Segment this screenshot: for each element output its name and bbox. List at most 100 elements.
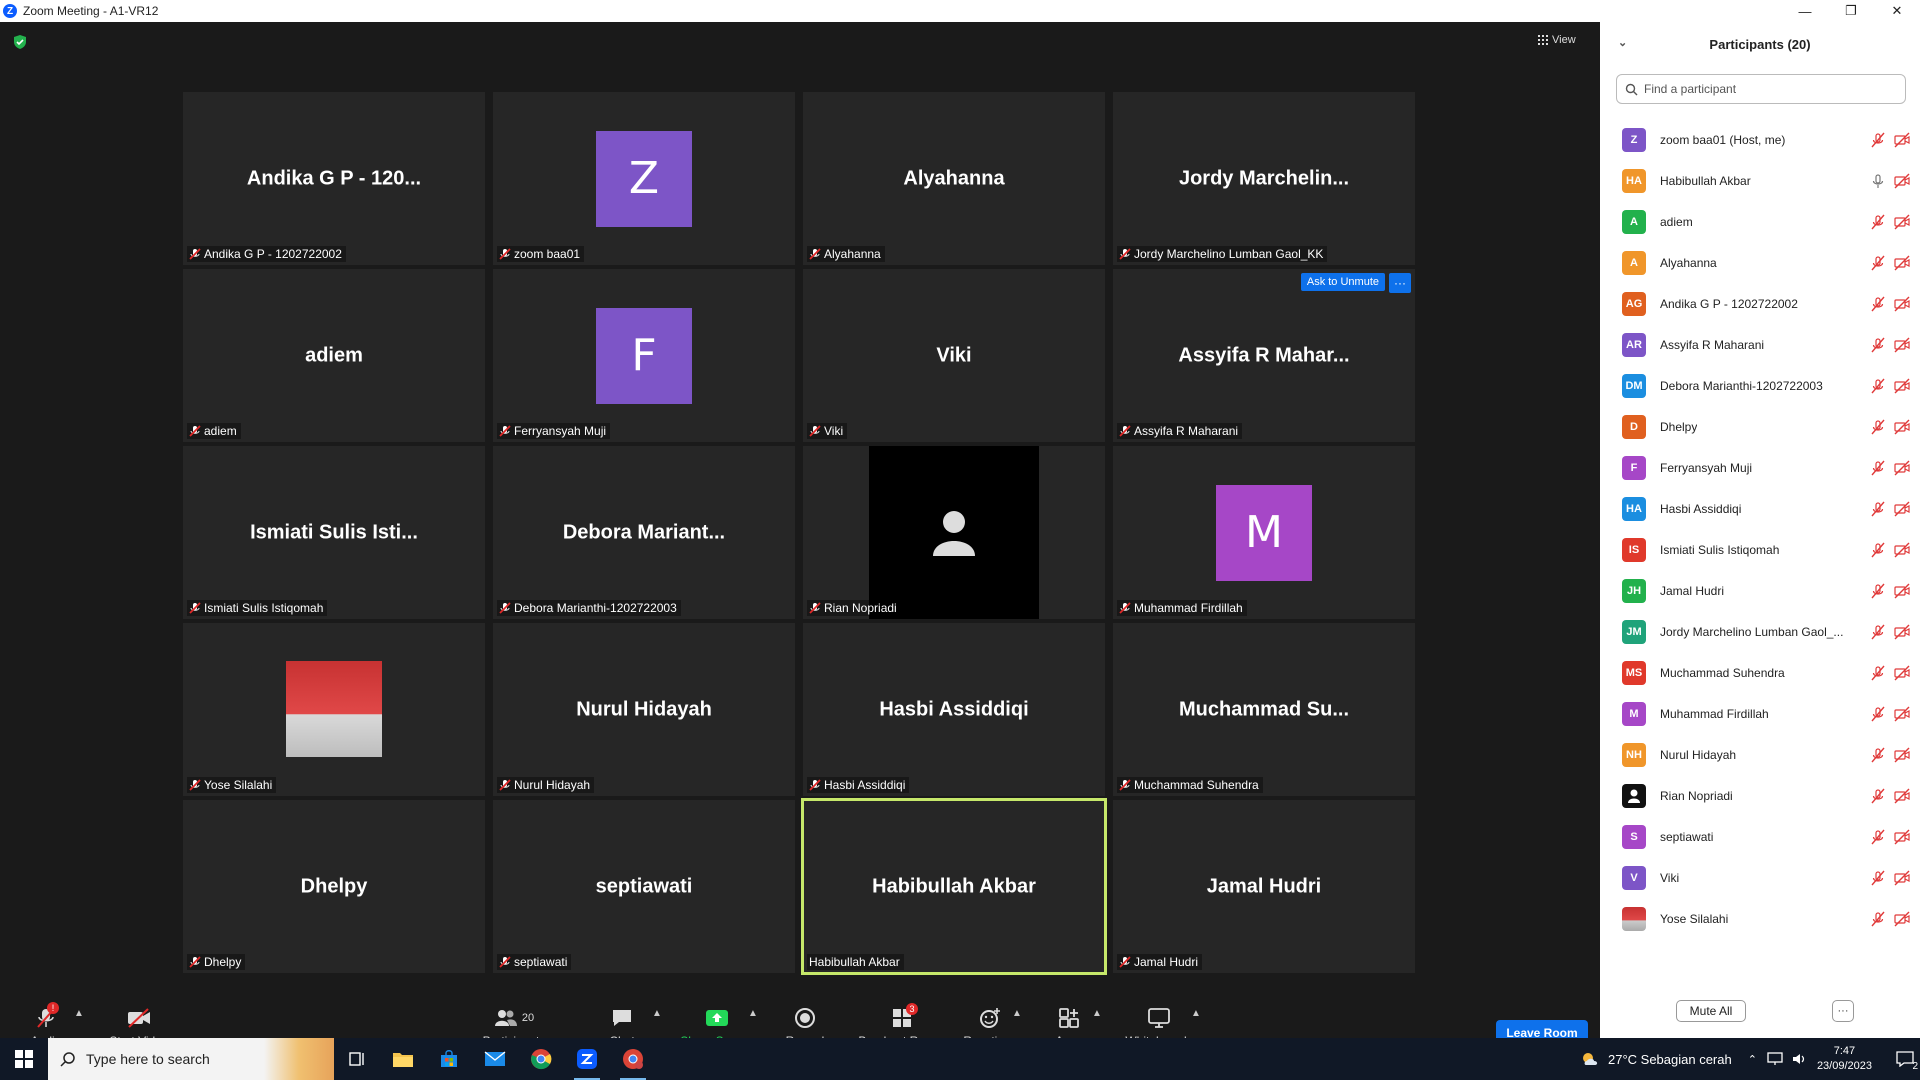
muted-mic-icon (809, 425, 821, 437)
participant-search[interactable] (1616, 74, 1906, 104)
video-tile[interactable]: Habibullah Akbar Habibullah Akbar (801, 798, 1107, 975)
participant-avatar: JM (1622, 619, 1646, 644)
participant-row[interactable]: MS Muchammad Suhendra (1600, 652, 1920, 693)
muted-mic-icon (499, 425, 511, 437)
apps-options-caret-icon[interactable]: ▲ (1092, 1008, 1102, 1019)
mute-all-button[interactable]: Mute All (1676, 1000, 1746, 1022)
volume-icon[interactable] (1791, 1052, 1807, 1066)
participant-row[interactable]: Aadiem (1600, 201, 1920, 242)
participant-avatar: JH (1622, 578, 1646, 603)
video-off-icon (1894, 419, 1910, 435)
view-button[interactable]: View (1538, 34, 1576, 46)
tile-avatar: F (596, 307, 692, 404)
participant-row[interactable]: HA Hasbi Assiddiqi (1600, 488, 1920, 529)
participant-row[interactable]: HA Habibullah Akbar (1600, 160, 1920, 201)
participant-row[interactable]: NH Nurul Hidayah (1600, 734, 1920, 775)
video-tile[interactable]: Andika G P - 120... Andika G P - 12027220… (183, 92, 485, 265)
video-tile[interactable]: Jordy Marchelin... Jordy Marchelino Lumba… (1113, 92, 1415, 265)
video-off-icon (1894, 296, 1910, 312)
participant-row[interactable]: Rian Nopriadi (1600, 775, 1920, 816)
chrome-profile-button[interactable] (610, 1038, 656, 1080)
close-button[interactable]: ✕ (1874, 0, 1920, 22)
video-tile[interactable]: adiem adiem (183, 269, 485, 442)
participant-row[interactable]: AR Assyifa R Maharani (1600, 324, 1920, 365)
video-tile[interactable]: Rian Nopriadi (803, 446, 1105, 619)
network-icon[interactable] (1767, 1052, 1783, 1066)
participant-row[interactable]: AG Andika G P - 1202722002 (1600, 283, 1920, 324)
view-label: View (1552, 34, 1576, 46)
show-hidden-icons-icon[interactable]: ⌃ (1748, 1053, 1757, 1066)
video-tile[interactable]: septiawati septiawati (493, 800, 795, 973)
video-tile[interactable]: Assyifa R Mahar... Ask to Unmute ··· Assyif… (1113, 269, 1415, 442)
mail-button[interactable] (472, 1038, 518, 1080)
participant-row[interactable]: V Viki (1600, 857, 1920, 898)
weather-icon[interactable] (1580, 1050, 1602, 1068)
notification-count: 2 (1912, 1061, 1918, 1072)
microsoft-store-button[interactable] (426, 1038, 472, 1080)
mic-muted-icon (1871, 132, 1885, 148)
mic-muted-icon (1871, 501, 1885, 517)
video-tile[interactable]: Debora Mariant... Debora Marianthi-120272… (493, 446, 795, 619)
mic-muted-icon (1871, 624, 1885, 640)
video-tile[interactable]: M Muhammad Firdillah (1113, 446, 1415, 619)
video-tile[interactable]: Hasbi Assiddiqi Hasbi Assiddiqi (803, 623, 1105, 796)
tile-participant-name: adiem (204, 424, 237, 438)
file-explorer-button[interactable] (380, 1038, 426, 1080)
participant-row[interactable]: DM Debora Marianthi-1202722003 (1600, 365, 1920, 406)
tile-display-name: Ismiati Sulis Isti... (250, 521, 418, 543)
participant-row[interactable]: F Ferryansyah Muji (1600, 447, 1920, 488)
tile-participant-name: Alyahanna (824, 247, 881, 261)
participant-avatar (1622, 906, 1646, 931)
zoom-taskbar-button[interactable] (564, 1038, 610, 1080)
notifications-button[interactable]: 2 (1890, 1044, 1920, 1074)
participant-status-icons (1870, 173, 1910, 189)
video-tile[interactable]: Alyahanna Alyahanna (803, 92, 1105, 265)
reactions-options-caret-icon[interactable]: ▲ (1012, 1008, 1022, 1019)
participant-row[interactable]: M Muhammad Firdillah (1600, 693, 1920, 734)
video-tile[interactable]: Nurul Hidayah Nurul Hidayah (493, 623, 795, 796)
task-view-button[interactable] (334, 1038, 380, 1080)
video-tile[interactable]: Viki Viki (803, 269, 1105, 442)
apps-icon (1059, 1008, 1079, 1028)
share-options-caret-icon[interactable]: ▲ (748, 1008, 758, 1019)
panel-more-button[interactable]: ··· (1832, 1000, 1854, 1022)
participant-row[interactable]: Sseptiawati (1600, 816, 1920, 857)
chat-options-caret-icon[interactable]: ▲ (652, 1008, 662, 1019)
video-tile[interactable]: Ismiati Sulis Isti... Ismiati Sulis Istiq… (183, 446, 485, 619)
taskbar-clock[interactable]: 7:47 23/09/2023 (1817, 1044, 1872, 1074)
participant-row[interactable]: JH Jamal Hudri (1600, 570, 1920, 611)
participant-row[interactable]: IS Ismiati Sulis Istiqomah (1600, 529, 1920, 570)
participant-row[interactable]: Zzoom baa01 (Host, me) (1600, 119, 1920, 160)
tile-name-label: Jamal Hudri (1117, 954, 1203, 970)
minimize-button[interactable]: — (1782, 0, 1828, 22)
tile-participant-name: Andika G P - 1202722002 (204, 247, 342, 261)
tile-name-label: septiawati (497, 954, 572, 970)
whiteboards-options-caret-icon[interactable]: ▲ (1191, 1008, 1201, 1019)
participant-row[interactable]: D Dhelpy (1600, 406, 1920, 447)
windows-start-button[interactable] (0, 1038, 48, 1080)
video-tile[interactable]: F Ferryansyah Muji (493, 269, 795, 442)
audio-options-caret-icon[interactable]: ▲ (74, 1008, 84, 1019)
mic-muted-icon (1871, 378, 1885, 394)
video-tile[interactable]: Muchammad Su... Muchammad Suhendra (1113, 623, 1415, 796)
participant-search-input[interactable] (1644, 82, 1884, 96)
chrome-button[interactable] (518, 1038, 564, 1080)
muted-mic-icon (1119, 956, 1131, 968)
participant-row[interactable]: JM Jordy Marchelino Lumban Gaol_... (1600, 611, 1920, 652)
video-tile[interactable]: Jamal Hudri Jamal Hudri (1113, 800, 1415, 973)
restore-button[interactable]: ❐ (1828, 0, 1874, 22)
participant-row[interactable]: Yose Silalahi (1600, 898, 1920, 939)
video-tile[interactable]: Dhelpy Dhelpy (183, 800, 485, 973)
weather-text[interactable]: 27°C Sebagian cerah (1608, 1052, 1732, 1067)
ask-to-unmute-button[interactable]: Ask to Unmute (1300, 273, 1385, 291)
video-tile[interactable]: Zzoom baa01 (493, 92, 795, 265)
video-gallery: Andika G P - 120... Andika G P - 12027220… (183, 92, 1417, 975)
tile-more-button[interactable]: ··· (1389, 273, 1411, 293)
video-tile[interactable]: Yose Silalahi (183, 623, 485, 796)
collapse-panel-chevron-icon[interactable]: ⌄ (1618, 36, 1627, 49)
participant-row[interactable]: A Alyahanna (1600, 242, 1920, 283)
security-shield-icon[interactable] (12, 34, 28, 50)
tile-name-label: Ismiati Sulis Istiqomah (187, 600, 328, 616)
tile-profile-photo (286, 661, 382, 757)
taskbar-search-box[interactable]: Type here to search (48, 1038, 334, 1080)
